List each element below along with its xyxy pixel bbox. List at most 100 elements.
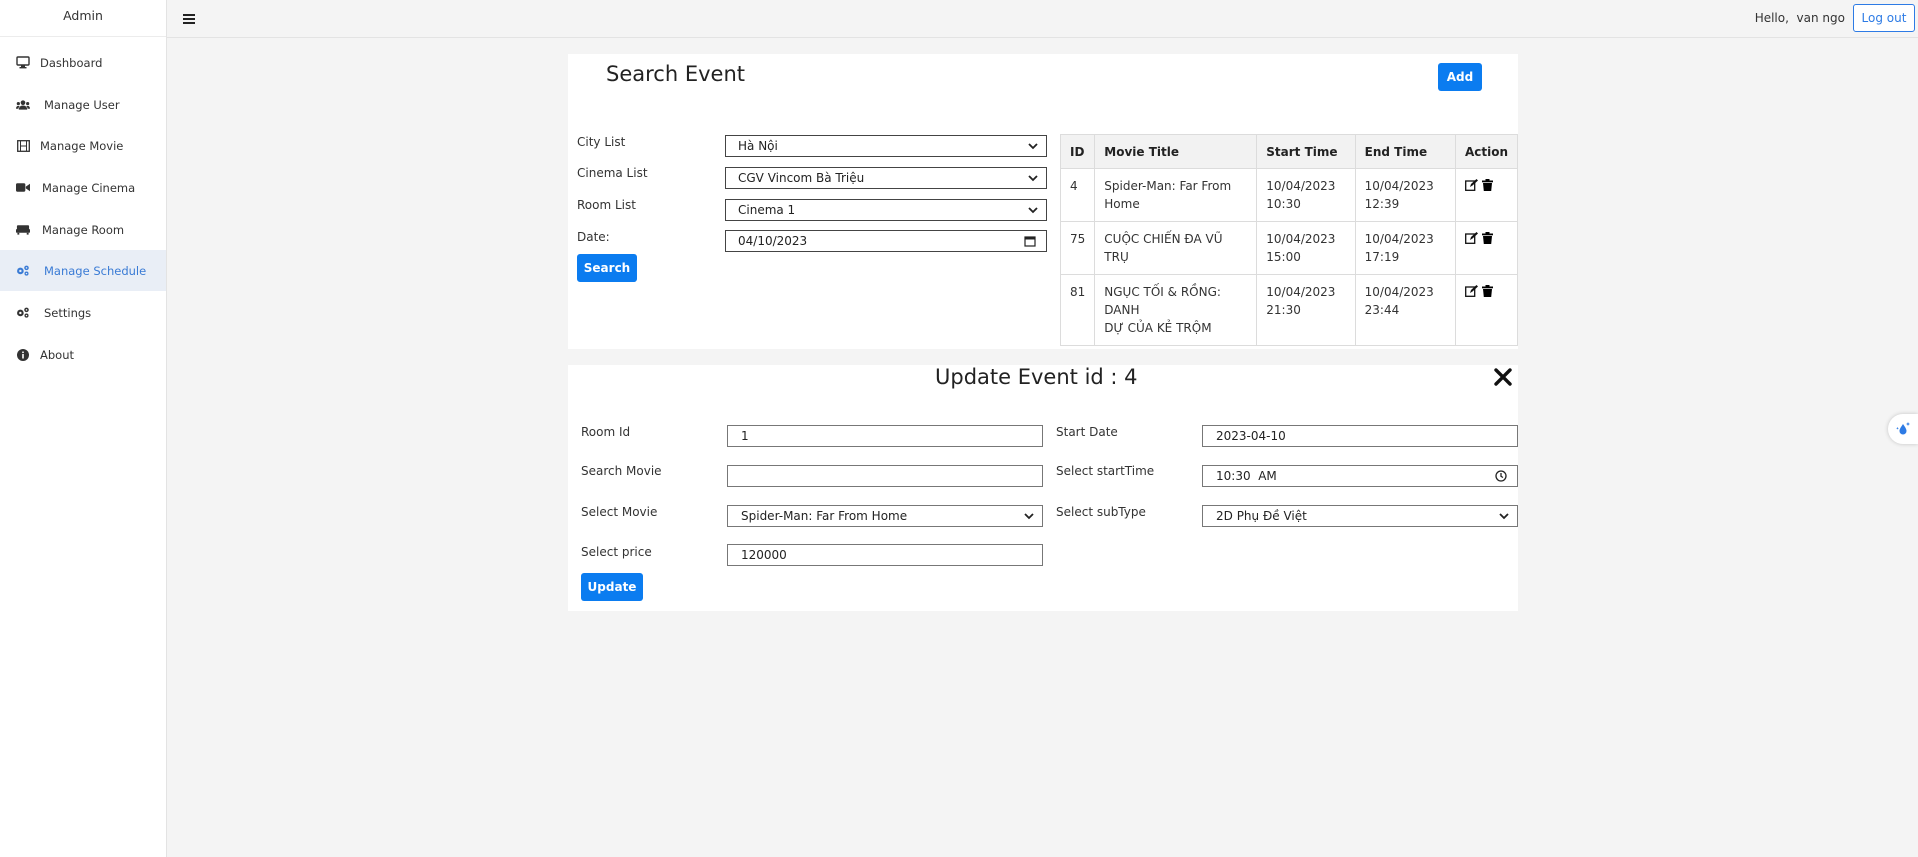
column-header-id: ID — [1059, 134, 1096, 169]
start-date-value: 2023-04-10 — [1216, 429, 1286, 443]
edit-icon[interactable] — [1465, 285, 1478, 297]
cinema-select[interactable]: CGV Vincom Bà Triệu — [725, 167, 1047, 189]
search-event-title: Search Event — [606, 62, 745, 86]
table-header-row: ID Movie Title Start Time End Time Actio… — [1059, 134, 1519, 169]
select-subtype-dropdown[interactable]: 2D Phụ Đề Việt — [1202, 505, 1518, 527]
start-time-value: 10:30 AM — [1216, 469, 1277, 483]
start-date: 10/04/2023 — [1266, 285, 1336, 299]
room-id-label: Room Id — [581, 425, 631, 439]
city-select[interactable]: Hà Nội — [725, 135, 1047, 157]
select-subtype-label: Select subType — [1056, 505, 1146, 519]
chevron-down-icon — [1028, 175, 1038, 182]
cell-action — [1454, 221, 1519, 275]
title-line: Spider-Man: Far From — [1104, 179, 1232, 193]
cell-start-time: 10/04/2023 21:30 — [1256, 274, 1356, 346]
edit-icon[interactable] — [1465, 179, 1478, 191]
room-id-value: 1 — [741, 429, 749, 443]
select-price-label: Select price — [581, 545, 652, 559]
floating-widget[interactable] — [1888, 414, 1918, 444]
city-list-label: City List — [577, 135, 626, 149]
cell-movie-title: CUỘC CHIẾN ĐA VŨ TRỤ — [1094, 221, 1258, 275]
sidebar-item-label: Manage Schedule — [44, 263, 147, 278]
sidebar-item-manage-schedule[interactable]: Manage Schedule — [0, 250, 166, 291]
sidebar-item-settings[interactable]: Settings — [0, 292, 166, 333]
cell-end-time: 10/04/2023 23:44 — [1354, 274, 1456, 346]
end-clock: 12:39 — [1364, 197, 1400, 211]
trash-icon[interactable] — [1481, 232, 1493, 244]
calendar-icon — [1024, 236, 1036, 247]
cell-action — [1454, 274, 1519, 346]
events-table: ID Movie Title Start Time End Time Actio… — [1059, 134, 1519, 346]
start-date: 10/04/2023 — [1266, 232, 1336, 246]
chevron-down-icon — [1028, 143, 1038, 150]
table-row: 4 Spider-Man: Far From Home 10/04/2023 10:… — [1059, 168, 1519, 222]
start-date-input[interactable]: 2023-04-10 — [1202, 425, 1518, 447]
cinema-list-label: Cinema List — [577, 166, 648, 180]
table-row: 81 NGỤC TỐI & RỒNG: DANH DỰ CỦA KẺ TRỘM 1… — [1059, 274, 1519, 346]
start-date: 10/04/2023 — [1266, 179, 1336, 193]
date-label: Date: — [577, 230, 610, 244]
couch-icon — [16, 223, 30, 237]
cell-start-time: 10/04/2023 10:30 — [1256, 168, 1356, 222]
sidebar-item-manage-cinema[interactable]: Manage Cinema — [0, 167, 166, 208]
cogs-icon — [16, 264, 30, 278]
date-input-value: 04/10/2023 — [738, 234, 808, 248]
select-movie-value: Spider-Man: Far From Home — [741, 509, 908, 523]
room-id-input[interactable]: 1 — [727, 425, 1043, 447]
select-movie-dropdown[interactable]: Spider-Man: Far From Home — [727, 505, 1043, 527]
search-button[interactable]: Search — [577, 254, 637, 282]
video-camera-icon — [16, 181, 30, 195]
add-button[interactable]: Add — [1438, 63, 1482, 91]
start-clock: 15:00 — [1266, 250, 1301, 264]
start-clock: 21:30 — [1266, 303, 1301, 317]
cell-id: 4 — [1059, 168, 1096, 222]
clock-icon — [1495, 470, 1507, 482]
sidebar-item-manage-room[interactable]: Manage Room — [0, 209, 166, 250]
start-clock: 10:30 — [1266, 197, 1301, 211]
desktop-icon — [16, 56, 30, 70]
column-header-end-time: End Time — [1354, 134, 1456, 169]
select-movie-label: Select Movie — [581, 505, 658, 519]
start-time-input[interactable]: 10:30 AM — [1202, 465, 1518, 487]
room-select[interactable]: Cinema 1 — [725, 199, 1047, 221]
title-line: Home — [1104, 197, 1140, 211]
column-header-action: Action — [1454, 134, 1519, 169]
title-line: CUỘC CHIẾN ĐA VŨ TRỤ — [1104, 232, 1223, 264]
search-movie-label: Search Movie — [581, 464, 662, 478]
logout-button[interactable]: Log out — [1853, 4, 1915, 32]
search-movie-input[interactable] — [727, 465, 1043, 487]
hamburger-menu-icon[interactable] — [183, 14, 195, 24]
cell-movie-title: Spider-Man: Far From Home — [1094, 168, 1258, 222]
chevron-down-icon — [1028, 207, 1038, 214]
users-icon — [16, 98, 30, 112]
cell-action — [1454, 168, 1519, 222]
room-select-value: Cinema 1 — [738, 203, 796, 217]
close-icon[interactable] — [1492, 366, 1514, 388]
end-clock: 23:44 — [1364, 303, 1400, 317]
start-date-label: Start Date — [1056, 425, 1118, 439]
room-list-label: Room List — [577, 198, 636, 212]
droplet-sparkle-icon — [1896, 422, 1910, 435]
top-bar: Hello, van ngo Log out — [167, 0, 1918, 38]
price-input[interactable]: 120000 — [727, 544, 1043, 566]
sidebar-item-label: Manage Cinema — [42, 180, 136, 195]
cell-end-time: 10/04/2023 12:39 — [1354, 168, 1456, 222]
trash-icon[interactable] — [1481, 179, 1493, 191]
trash-icon[interactable] — [1481, 285, 1493, 297]
sidebar-item-dashboard[interactable]: Dashboard — [0, 42, 166, 83]
sidebar-item-label: Dashboard — [40, 55, 103, 70]
greeting-text: Hello, van ngo — [1754, 11, 1845, 25]
date-input[interactable]: 04/10/2023 — [725, 230, 1047, 252]
edit-icon[interactable] — [1465, 232, 1478, 244]
chevron-down-icon — [1499, 513, 1509, 520]
update-button[interactable]: Update — [581, 573, 643, 601]
sidebar-item-manage-user[interactable]: Manage User — [0, 84, 166, 125]
chevron-down-icon — [1024, 513, 1034, 520]
sidebar-item-manage-movie[interactable]: Manage Movie — [0, 125, 166, 166]
sidebar-item-label: Manage Movie — [40, 138, 124, 153]
brand-title: Admin — [0, 0, 166, 37]
sidebar: Admin Dashboard Manage User Manage Movie… — [0, 0, 167, 857]
film-icon — [16, 139, 30, 153]
end-date: 10/04/2023 — [1364, 285, 1434, 299]
sidebar-item-about[interactable]: About — [0, 334, 166, 375]
